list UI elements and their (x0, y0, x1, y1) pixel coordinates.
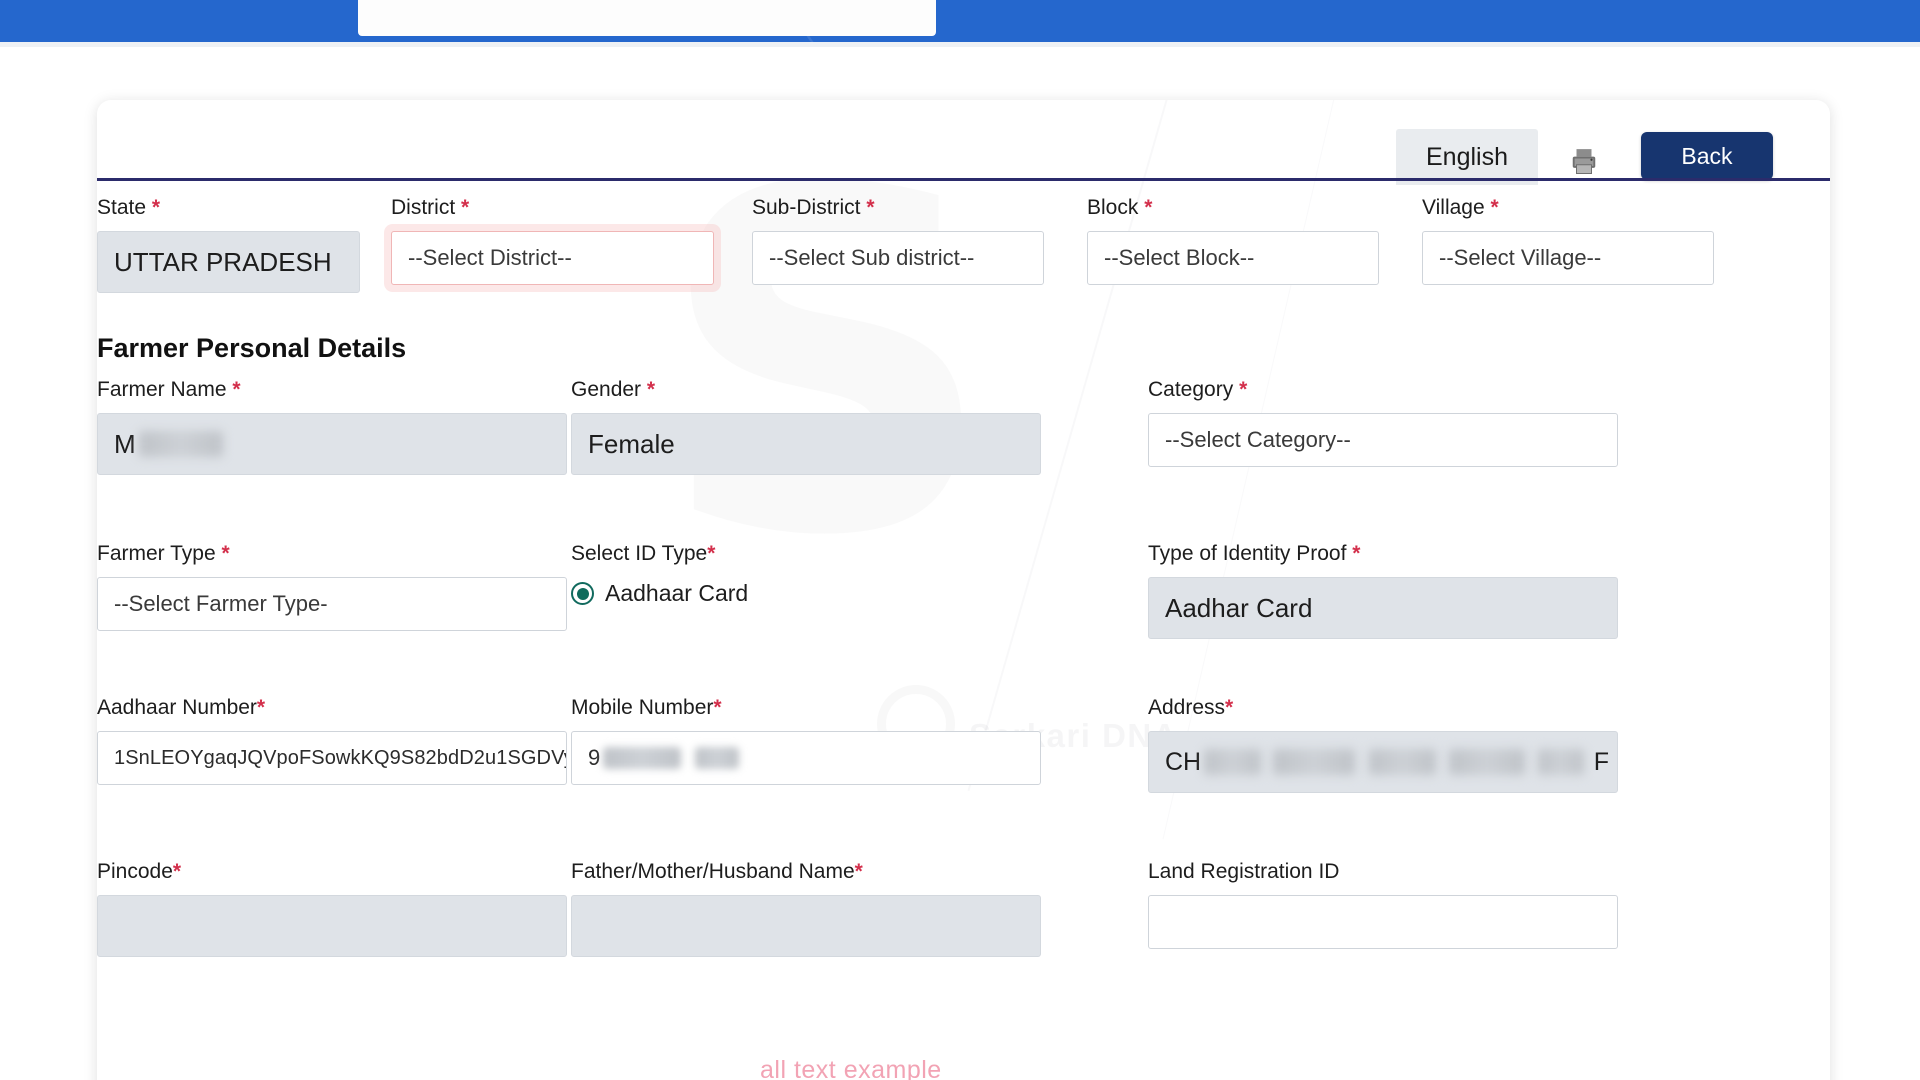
address-text: CH (1165, 747, 1202, 776)
field-select-id-type: Select ID Type* Aadhaar Card (571, 542, 1041, 607)
mobile-number-text: 9 (588, 745, 601, 770)
printer-icon (1572, 149, 1596, 174)
card-header: English Back (97, 100, 1830, 185)
required-asterisk: * (854, 860, 863, 883)
radio-button-icon[interactable] (571, 582, 594, 605)
radio-label-aadhaar-card: Aadhaar Card (605, 580, 749, 606)
redaction-bar (138, 431, 223, 457)
label-district: District * (391, 196, 470, 219)
required-asterisk: * (1225, 696, 1234, 719)
required-asterisk: * (221, 542, 230, 565)
language-tab-english[interactable]: English (1396, 129, 1538, 185)
label-gender: Gender * (571, 378, 656, 401)
required-asterisk: * (232, 378, 241, 401)
label-state: State * (97, 196, 161, 219)
sub-district-select[interactable]: --Select Sub district-- (752, 231, 1044, 285)
required-asterisk: * (172, 860, 182, 883)
required-asterisk: * (1490, 196, 1499, 219)
required-asterisk: * (646, 378, 656, 401)
print-button[interactable] (1564, 140, 1604, 182)
state-value: UTTAR PRADESH (97, 231, 360, 293)
field-farmer-type: Farmer Type * --Select Farmer Type- (97, 542, 567, 631)
field-mobile-number: Mobile Number* 9 (571, 696, 1041, 785)
label-select-id-type: Select ID Type* (571, 542, 716, 565)
top-bar-underline (0, 42, 1920, 47)
field-district: District * --Select District-- (391, 196, 714, 285)
field-block: Block * --Select Block-- (1087, 196, 1379, 285)
required-asterisk: * (1352, 542, 1361, 565)
field-identity-proof: Type of Identity Proof * Aadhar Card (1148, 542, 1618, 639)
farmer-name-value: M (97, 413, 567, 475)
field-address: Address* CH F (1148, 696, 1618, 793)
field-state: State * UTTAR PRADESH (97, 196, 360, 293)
redaction-bar (1369, 749, 1436, 775)
redaction-bar (1273, 749, 1356, 775)
village-select[interactable]: --Select Village-- (1422, 231, 1714, 285)
required-asterisk: * (866, 196, 875, 219)
father-mother-husband-name-input[interactable] (571, 895, 1041, 957)
district-select[interactable]: --Select District-- (391, 231, 714, 285)
label-sub-district: Sub-District * (752, 196, 875, 219)
field-category: Category * --Select Category-- (1148, 378, 1618, 467)
required-asterisk: * (707, 542, 716, 565)
label-address: Address* (1148, 696, 1234, 719)
decorative-swoosh (796, 0, 1064, 78)
redaction-bar (1204, 749, 1262, 775)
field-gender: Gender * Female (571, 378, 1041, 475)
field-land-registration-id: Land Registration ID (1148, 860, 1618, 949)
identity-proof-value: Aadhar Card (1148, 577, 1618, 639)
header-divider (97, 178, 1830, 181)
label-farmer-type: Farmer Type * (97, 542, 230, 565)
app-top-bar (0, 0, 1920, 78)
required-asterisk: * (1239, 378, 1248, 401)
label-pincode: Pincode* (97, 860, 182, 883)
back-button[interactable]: Back (1641, 132, 1773, 180)
label-mobile-number: Mobile Number* (571, 696, 722, 719)
required-asterisk: * (461, 196, 470, 219)
field-pincode: Pincode* (97, 860, 567, 957)
field-village: Village * --Select Village-- (1422, 196, 1714, 285)
label-father-mother-husband-name: Father/Mother/Husband Name* (571, 860, 863, 883)
gender-value: Female (571, 413, 1041, 475)
label-aadhaar-number: Aadhaar Number* (97, 696, 266, 719)
farmer-registration-card: S Sarkari DNA English Back State * (97, 100, 1830, 1080)
label-village: Village * (1422, 196, 1499, 219)
pincode-input[interactable] (97, 895, 567, 957)
label-block: Block * (1087, 196, 1153, 219)
field-father-mother-husband-name: Father/Mother/Husband Name* (571, 860, 1041, 957)
redaction-bar (695, 747, 740, 769)
label-identity-proof: Type of Identity Proof * (1148, 542, 1361, 565)
block-select[interactable]: --Select Block-- (1087, 231, 1379, 285)
mobile-number-input[interactable]: 9 (571, 731, 1041, 785)
required-asterisk: * (151, 196, 161, 219)
farmer-type-select[interactable]: --Select Farmer Type- (97, 577, 567, 631)
redaction-bar (1538, 749, 1584, 775)
label-land-registration-id: Land Registration ID (1148, 860, 1340, 883)
required-asterisk: * (1144, 196, 1153, 219)
label-category: Category * (1148, 378, 1248, 401)
field-farmer-name: Farmer Name * M (97, 378, 567, 475)
land-registration-id-input[interactable] (1148, 895, 1618, 949)
page-root: S Sarkari DNA English Back State * (0, 0, 1920, 1080)
radio-option-aadhaar-card[interactable]: Aadhaar Card (571, 580, 1041, 607)
aadhaar-number-input[interactable]: 1SnLEOYgaqJQVpoFSowkKQ9S82bdD2u1SGDVyyD (97, 731, 567, 785)
address-text-tail: F (1593, 747, 1610, 776)
category-select[interactable]: --Select Category-- (1148, 413, 1618, 467)
field-sub-district: Sub-District * --Select Sub district-- (752, 196, 1044, 285)
redaction-bar (1448, 749, 1526, 775)
required-asterisk: * (256, 696, 266, 719)
farmer-name-text: M (114, 428, 136, 459)
required-asterisk: * (713, 696, 722, 719)
field-aadhaar-number: Aadhaar Number* 1SnLEOYgaqJQVpoFSowkKQ9S… (97, 696, 567, 785)
label-farmer-name: Farmer Name * (97, 378, 241, 401)
redaction-bar (603, 747, 682, 769)
address-value: CH F (1148, 731, 1618, 793)
section-title-farmer-personal-details: Farmer Personal Details (97, 333, 407, 363)
